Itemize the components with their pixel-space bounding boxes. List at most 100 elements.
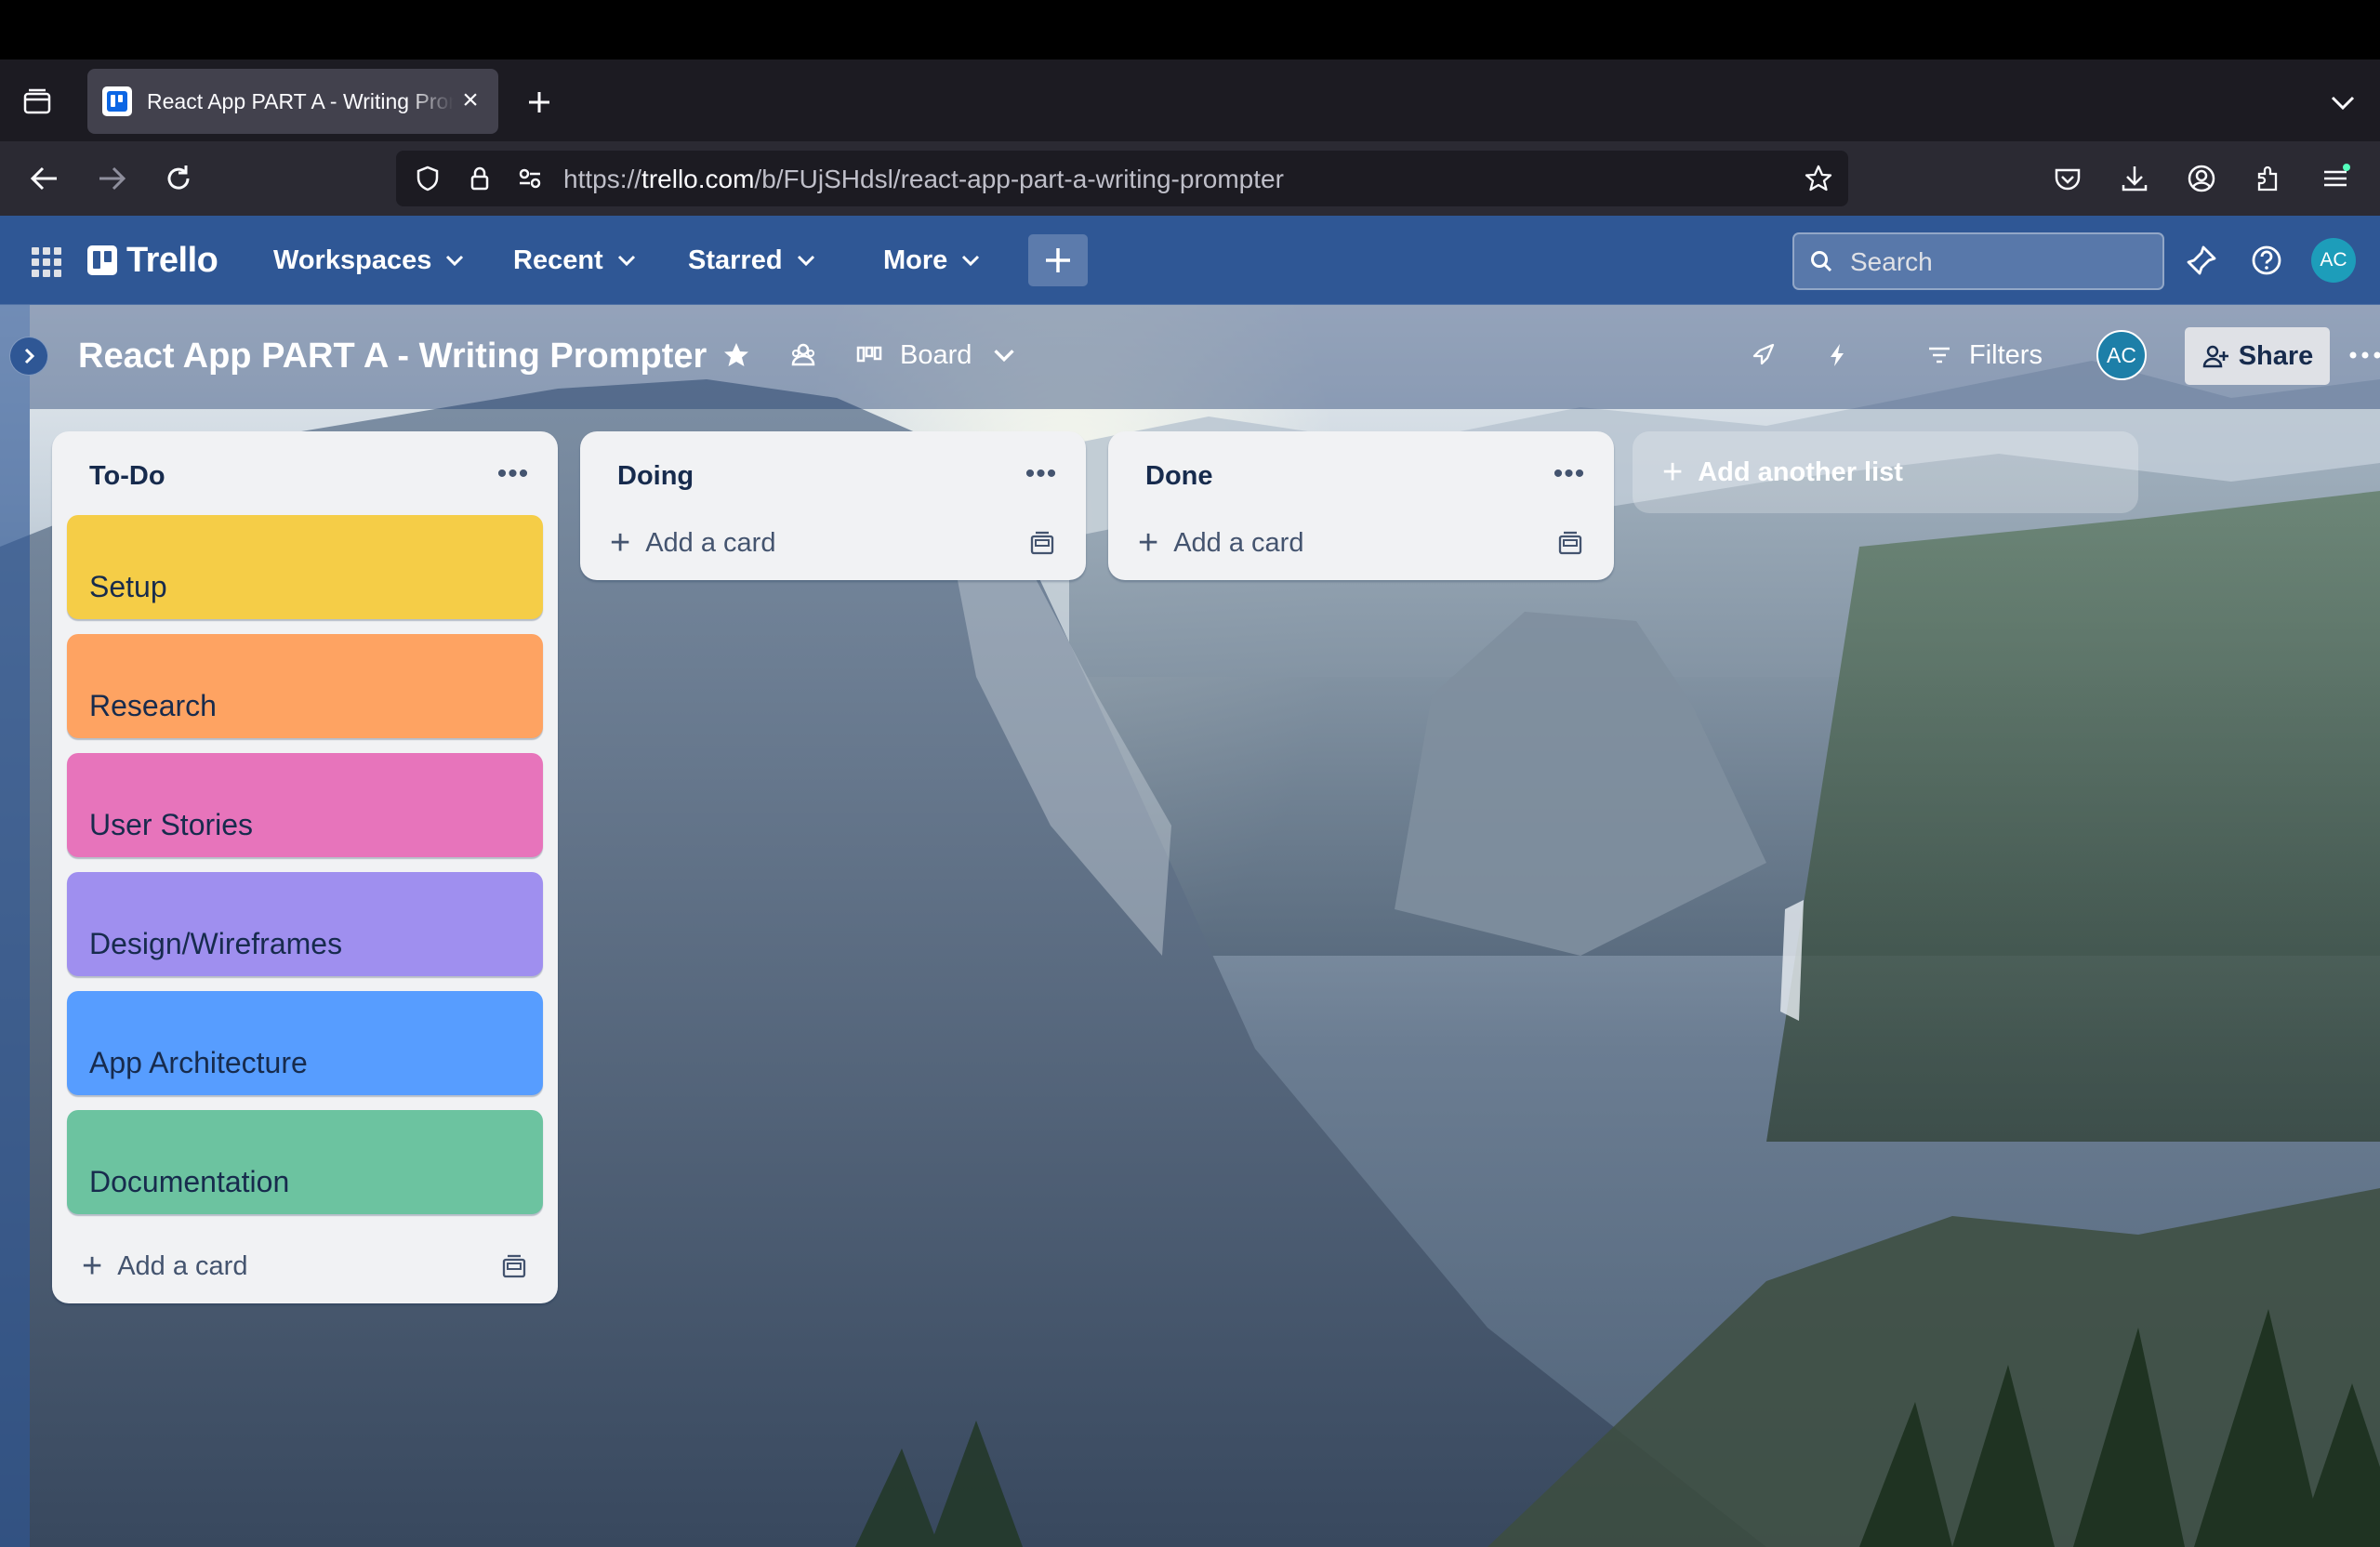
trello-logo-text: Trello (126, 240, 218, 280)
chevron-down-icon[interactable] (2324, 84, 2361, 121)
search-icon (1807, 247, 1835, 275)
search-input[interactable] (1850, 244, 2148, 281)
power-ups-icon[interactable] (1740, 333, 1785, 377)
pocket-icon[interactable] (2049, 160, 2086, 197)
add-list-label: Add another list (1698, 456, 1903, 487)
tab-close-icon[interactable]: × (457, 86, 483, 114)
card-app-architecture[interactable]: App Architecture (67, 991, 543, 1095)
chevron-down-icon (962, 255, 980, 267)
card-documentation[interactable]: Documentation (67, 1110, 543, 1214)
board-view-icon (856, 346, 882, 363)
card-research[interactable]: Research (67, 634, 543, 738)
notifications-icon[interactable] (2179, 238, 2224, 283)
site-permissions-icon[interactable] (511, 160, 549, 197)
card-design-wireframes[interactable]: Design/Wireframes (67, 872, 543, 976)
filters-label: Filters (1969, 339, 2043, 370)
card-template-icon[interactable] (1556, 530, 1584, 558)
card-setup[interactable]: Setup (67, 515, 543, 619)
screen-top-bar (0, 0, 2380, 60)
chevron-right-icon (24, 348, 35, 364)
url-text[interactable]: https://trello.com/b/FUjSHdsl/react-app-… (563, 165, 1284, 194)
workspace-visibility-icon[interactable] (781, 333, 826, 377)
url-bar[interactable]: https://trello.com/b/FUjSHdsl/react-app-… (396, 151, 1848, 206)
new-tab-icon[interactable] (521, 84, 558, 121)
add-member-icon (2202, 345, 2228, 368)
plus-icon: + (1662, 452, 1684, 492)
bookmark-star-icon[interactable] (1800, 160, 1837, 197)
list-header: Done ••• (1108, 431, 1614, 515)
filter-icon (1929, 347, 1950, 364)
board-member-avatar[interactable]: AC (2096, 329, 2148, 381)
list-menu-icon[interactable]: ••• (1547, 456, 1592, 493)
app-switcher-icon[interactable] (26, 242, 63, 279)
tab-list-icon[interactable] (19, 84, 56, 121)
starred-menu-label: Starred (688, 245, 783, 275)
card-title: App Architecture (89, 1046, 308, 1079)
browser-tab[interactable]: React App PART A - Writing Prompter × (87, 69, 498, 134)
list-doing[interactable]: Doing ••• + Add a card (580, 431, 1086, 580)
account-avatar[interactable]: AC (2311, 238, 2356, 283)
list-title[interactable]: Done (1145, 461, 1213, 492)
star-icon[interactable] (714, 333, 759, 377)
tab-title: React App PART A - Writing Prompter (147, 88, 454, 113)
search-box[interactable] (1792, 232, 2164, 290)
board-menu-icon[interactable] (2343, 333, 2380, 377)
card-template-icon[interactable] (1028, 530, 1056, 558)
share-label: Share (2238, 340, 2314, 371)
board-canvas: React App PART A - Writing Prompter Boar… (0, 305, 2380, 1547)
extensions-icon[interactable] (2250, 160, 2287, 197)
add-card-button[interactable]: + Add a card (52, 1229, 558, 1303)
list-to-do[interactable]: To-Do ••• Setup Research User Stories De… (52, 431, 558, 1303)
back-arrow-icon[interactable] (26, 160, 63, 197)
trello-favicon-icon (102, 86, 132, 116)
url-prefix: https:// (563, 165, 642, 193)
chevron-down-icon (617, 255, 635, 267)
card-title: Setup (89, 570, 167, 603)
list-header: To-Do ••• (52, 431, 558, 515)
list-menu-icon[interactable]: ••• (491, 456, 536, 493)
add-card-button[interactable]: + Add a card (580, 506, 1086, 580)
board-title[interactable]: React App PART A - Writing Prompter (78, 337, 707, 377)
card-title: Design/Wireframes (89, 927, 343, 960)
trello-header: Trello Workspaces Recent Starred More AC (0, 216, 2380, 305)
shield-icon[interactable] (409, 160, 446, 197)
list-done[interactable]: Done ••• + Add a card (1108, 431, 1614, 580)
card-title: User Stories (89, 808, 254, 841)
forward-arrow-icon[interactable] (93, 160, 130, 197)
lock-icon[interactable] (461, 160, 498, 197)
board-view-switcher[interactable]: Board (855, 331, 1016, 379)
starred-menu[interactable]: Starred (688, 236, 816, 284)
filters-button[interactable]: Filters (1926, 331, 2043, 379)
url-host: trello.com (641, 165, 755, 193)
list-menu-icon[interactable]: ••• (1019, 456, 1064, 493)
chevron-down-icon (797, 255, 814, 267)
add-card-button[interactable]: + Add a card (1108, 506, 1614, 580)
list-title[interactable]: Doing (617, 461, 694, 492)
reload-icon[interactable] (160, 160, 197, 197)
more-menu[interactable]: More (883, 236, 981, 284)
list-title[interactable]: To-Do (89, 461, 165, 492)
plus-icon: + (82, 1247, 103, 1286)
plus-icon: + (610, 523, 631, 562)
app-menu-icon[interactable] (2317, 160, 2354, 197)
trello-logo[interactable]: Trello (87, 236, 218, 284)
chevron-down-icon (446, 255, 464, 267)
recent-menu[interactable]: Recent (513, 236, 637, 284)
account-icon[interactable] (2183, 160, 2220, 197)
download-icon[interactable] (2116, 160, 2153, 197)
card-template-icon[interactable] (500, 1253, 528, 1281)
add-another-list-button[interactable]: + Add another list (1633, 431, 2138, 513)
plus-icon (1046, 248, 1070, 272)
sidebar-expand-button[interactable] (9, 337, 48, 376)
browser-nav-bar: https://trello.com/b/FUjSHdsl/react-app-… (0, 141, 2380, 216)
share-button[interactable]: Share (2185, 327, 2330, 385)
plus-icon: + (1138, 523, 1159, 562)
workspaces-menu[interactable]: Workspaces (273, 236, 465, 284)
card-user-stories[interactable]: User Stories (67, 753, 543, 857)
automation-icon[interactable] (1815, 333, 1859, 377)
create-button[interactable] (1028, 234, 1088, 286)
browser-tab-bar: React App PART A - Writing Prompter × (0, 60, 2380, 141)
help-icon[interactable] (2244, 238, 2289, 283)
more-menu-label: More (883, 245, 948, 275)
avatar: AC (2096, 330, 2147, 380)
